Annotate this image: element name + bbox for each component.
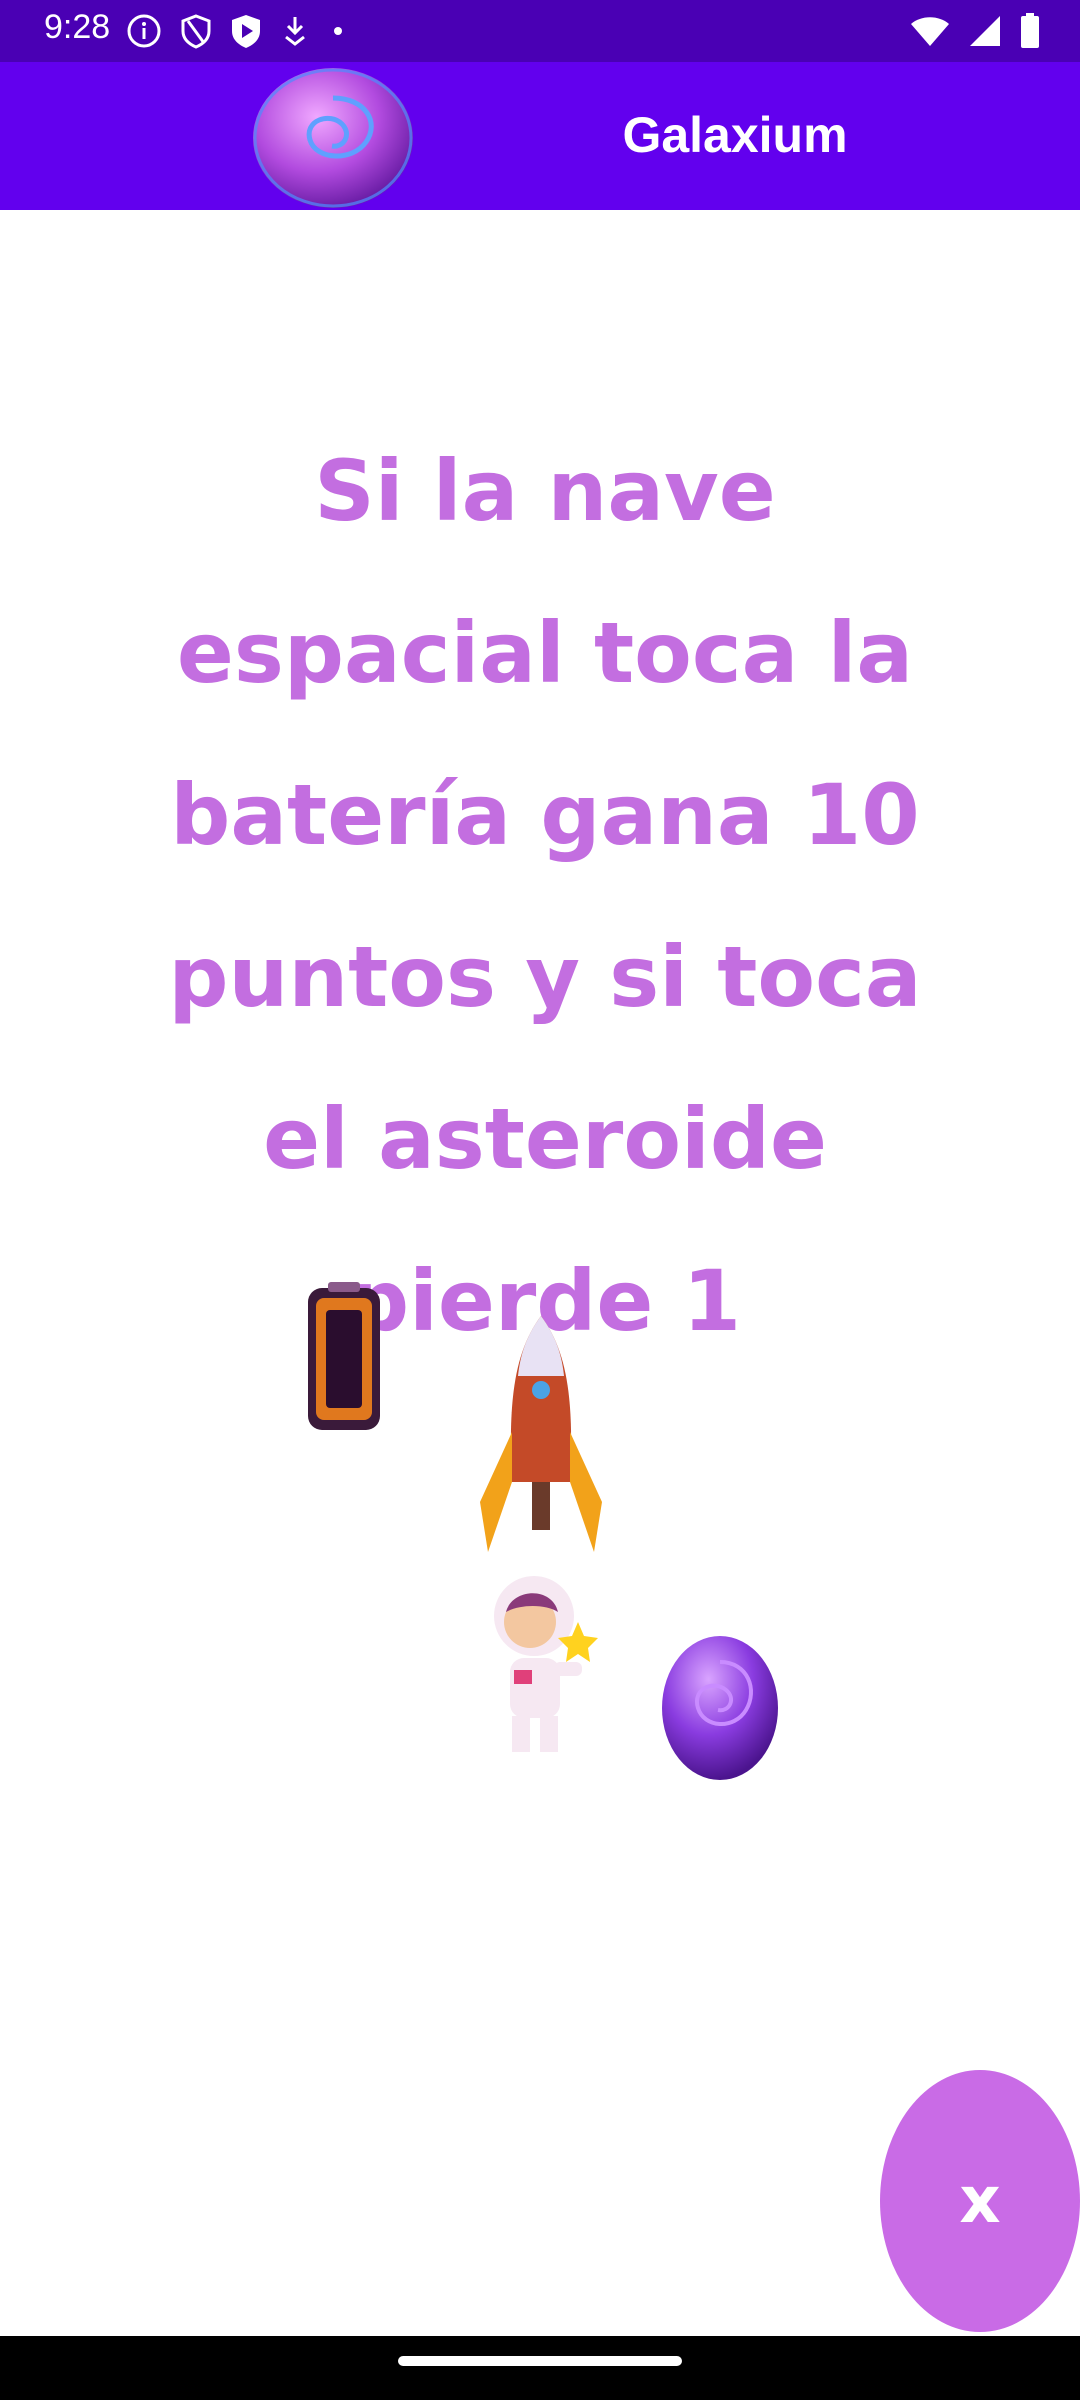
navigation-bar bbox=[0, 2336, 1080, 2400]
asteroid-sprite bbox=[662, 1636, 778, 1780]
status-icons-right bbox=[910, 13, 1040, 49]
home-gesture-handle[interactable] bbox=[398, 2356, 682, 2366]
info-icon bbox=[127, 14, 161, 48]
rocket-sprite bbox=[480, 1316, 602, 1552]
status-time: 9:28 bbox=[44, 8, 111, 46]
status-icons-left bbox=[126, 13, 348, 49]
game-instructions: Si la nave espacial toca la batería gana… bbox=[168, 442, 922, 1350]
dot-icon bbox=[334, 27, 342, 35]
status-bar: 9:28 bbox=[0, 0, 1080, 62]
wifi-icon bbox=[911, 17, 949, 46]
signal-icon bbox=[970, 16, 1000, 46]
close-button[interactable]: x bbox=[880, 2070, 1080, 2332]
shield-icon bbox=[181, 14, 211, 49]
download-icon bbox=[285, 17, 305, 46]
astronaut-sprite bbox=[494, 1576, 598, 1752]
battery-sprite bbox=[308, 1282, 380, 1430]
app-bar: Galaxium bbox=[0, 62, 1080, 210]
planet-logo-icon bbox=[253, 68, 413, 208]
app-title: Galaxium bbox=[622, 107, 848, 163]
play-protect-icon bbox=[232, 15, 260, 48]
battery-icon bbox=[1021, 13, 1039, 48]
